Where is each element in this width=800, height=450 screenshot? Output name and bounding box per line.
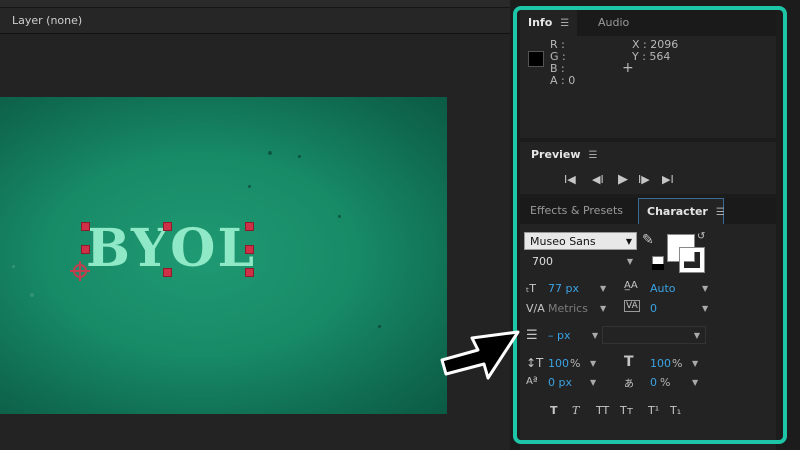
transform-handle[interactable] — [81, 222, 90, 231]
transform-handle[interactable] — [163, 268, 172, 277]
highlight-outline — [513, 6, 787, 444]
transform-handle[interactable] — [163, 222, 172, 231]
speck — [338, 215, 341, 218]
transform-handle[interactable] — [245, 268, 254, 277]
layer-label: Layer (none) — [12, 14, 83, 27]
pointer-arrow-icon — [440, 330, 520, 380]
speck — [298, 155, 301, 158]
top-strip — [0, 0, 510, 8]
layer-panel-header[interactable]: Layer (none) — [0, 8, 510, 34]
transform-handle[interactable] — [81, 245, 90, 254]
speck — [248, 185, 251, 188]
transform-handle[interactable] — [245, 222, 254, 231]
speck — [378, 325, 381, 328]
transform-handle[interactable] — [245, 245, 254, 254]
speck — [268, 151, 272, 155]
speck — [12, 265, 15, 268]
speck — [30, 293, 34, 297]
anchor-point-icon[interactable] — [70, 261, 90, 281]
